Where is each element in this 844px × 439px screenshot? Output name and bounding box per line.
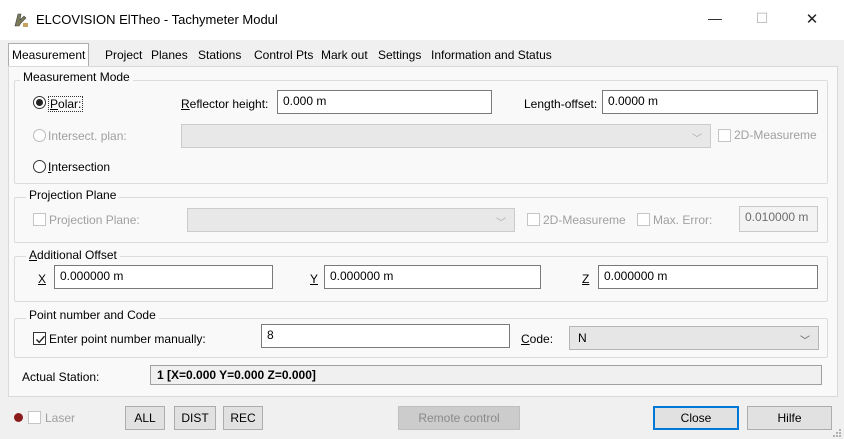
projection-plane-checkbox[interactable] [33, 213, 46, 226]
max-error-label: Max. Error: [653, 213, 713, 227]
polar-radio[interactable] [33, 96, 46, 109]
rec-button[interactable]: REC [223, 406, 263, 430]
y-offset-input[interactable]: 0.000000 m [324, 265, 541, 289]
reflector-height-input[interactable]: 0.000 m [277, 90, 492, 114]
laser-label: Laser [45, 411, 76, 425]
window-title: ELCOVISION ElTheo - Tachymeter Modul [36, 12, 278, 27]
point-number-input[interactable]: 8 [261, 324, 510, 348]
chevron-down-icon: ﹀ [800, 336, 810, 347]
all-button[interactable]: ALL [125, 406, 165, 430]
x-offset-label: X [38, 272, 47, 286]
chevron-down-icon: ﹀ [692, 134, 702, 145]
app-icon [14, 13, 28, 27]
intersect-plan-select[interactable]: ﹀ [181, 124, 711, 148]
code-label: Code: [521, 332, 554, 346]
maximize-button[interactable]: ☐ [750, 10, 774, 30]
remote-control-button[interactable]: Remote control [398, 406, 520, 430]
polar-label: Polar: [48, 96, 84, 112]
tab-mark-out[interactable]: Mark out [319, 45, 370, 65]
max-error-input[interactable]: 0.010000 m [739, 206, 818, 232]
chevron-down-icon: ﹀ [496, 218, 506, 229]
intersect-2d-checkbox[interactable] [718, 129, 731, 142]
close-window-button[interactable]: ✕ [800, 10, 824, 30]
laser-checkbox[interactable] [28, 411, 41, 424]
z-offset-input[interactable]: 0.000000 m [598, 265, 818, 289]
intersect-2d-label: 2D-Measureme [734, 128, 817, 142]
actual-station-label: Actual Station: [22, 370, 100, 384]
intersection-label: Intersection [48, 160, 111, 174]
max-error-checkbox[interactable] [637, 213, 650, 226]
title-bar: ELCOVISION ElTheo - Tachymeter Modul — ☐… [0, 0, 844, 40]
reflector-height-label: Reflector height: [181, 97, 269, 111]
projection-2d-label: 2D-Measureme [543, 213, 626, 227]
intersect-plan-radio[interactable] [33, 129, 46, 142]
tab-stations[interactable]: Stations [196, 45, 243, 65]
y-offset-label: Y [310, 272, 319, 286]
resize-grip-icon[interactable] [832, 428, 842, 438]
additional-offset-title: Additional Offset [26, 248, 120, 262]
help-button[interactable]: Hilfe [747, 406, 832, 430]
tab-control-pts[interactable]: Control Pts [252, 45, 315, 65]
projection-plane-title: Projection Plane [26, 188, 120, 202]
tab-information-status[interactable]: Information and Status [429, 45, 554, 65]
tab-settings[interactable]: Settings [376, 45, 423, 65]
close-button[interactable]: Close [653, 406, 739, 430]
manual-point-number-checkbox[interactable] [33, 332, 46, 345]
projection-plane-label: Projection Plane: [49, 213, 140, 227]
code-selected-value: N [578, 331, 587, 345]
x-offset-input[interactable]: 0.000000 m [54, 265, 273, 289]
tab-measurement[interactable]: Measurement [8, 43, 90, 67]
measurement-mode-title: Measurement Mode [20, 70, 133, 84]
code-select[interactable]: N ﹀ [569, 326, 819, 350]
tab-planes[interactable]: Planes [149, 45, 190, 65]
projection-plane-select[interactable]: ﹀ [187, 208, 515, 232]
laser-indicator-icon [14, 413, 23, 422]
actual-station-value: 1 [X=0.000 Y=0.000 Z=0.000] [150, 365, 822, 385]
z-offset-label: Z [582, 272, 590, 286]
length-offset-input[interactable]: 0.0000 m [602, 90, 818, 114]
length-offset-label: Length-offset: [524, 97, 598, 111]
manual-point-number-label: Enter point number manually: [49, 332, 206, 346]
tab-project[interactable]: Project [103, 45, 144, 65]
dist-button[interactable]: DIST [174, 406, 216, 430]
projection-2d-checkbox[interactable] [527, 213, 540, 226]
intersection-radio[interactable] [33, 160, 46, 173]
point-number-title: Point number and Code [26, 308, 159, 322]
minimize-button[interactable]: — [703, 10, 727, 30]
intersect-plan-label: Intersect. plan: [48, 129, 127, 143]
check-icon [35, 335, 46, 344]
